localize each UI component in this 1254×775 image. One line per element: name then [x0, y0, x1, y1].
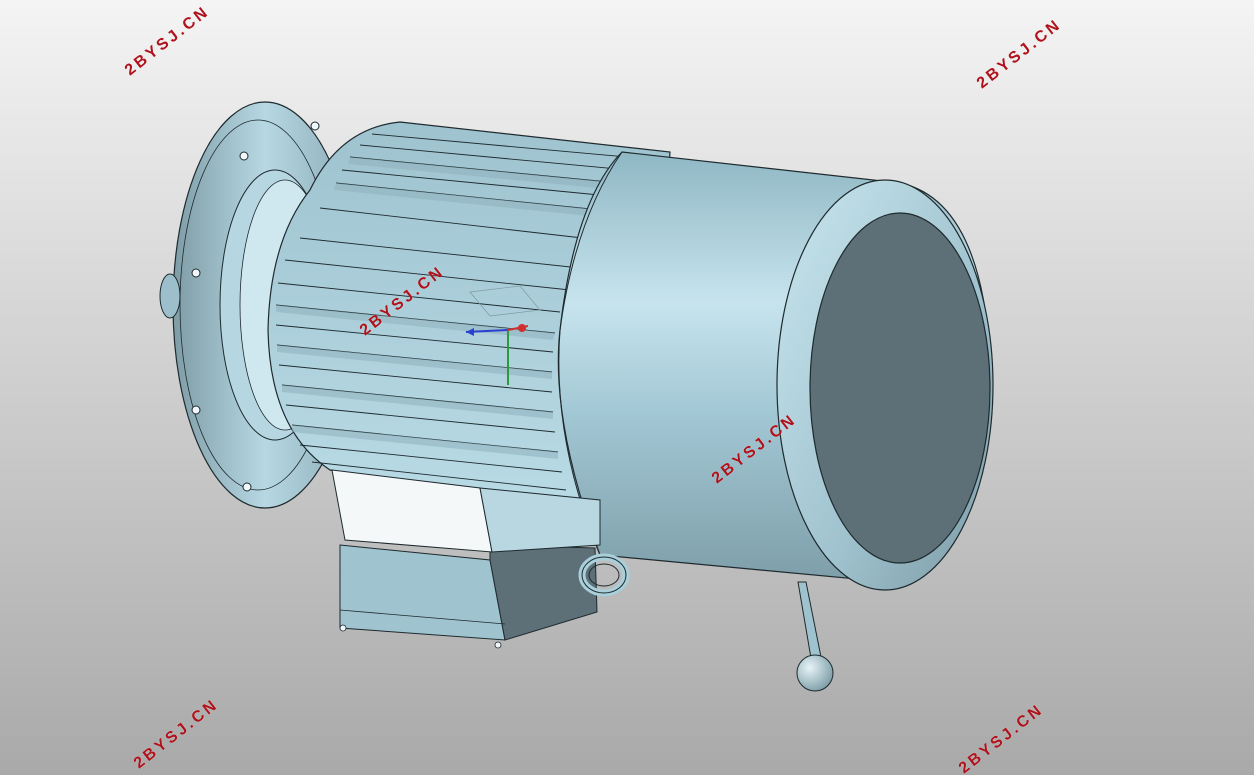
lifting-eye-ring	[578, 553, 630, 597]
motor-model[interactable]	[0, 0, 1254, 775]
cad-3d-viewport[interactable]: 2BYSJ.CN 2BYSJ.CN 2BYSJ.CN 2BYSJ.CN 2BYS…	[0, 0, 1254, 775]
terminal-box-base	[331, 469, 601, 649]
fan-end-cap	[776, 179, 994, 591]
lever-handle	[796, 581, 834, 692]
